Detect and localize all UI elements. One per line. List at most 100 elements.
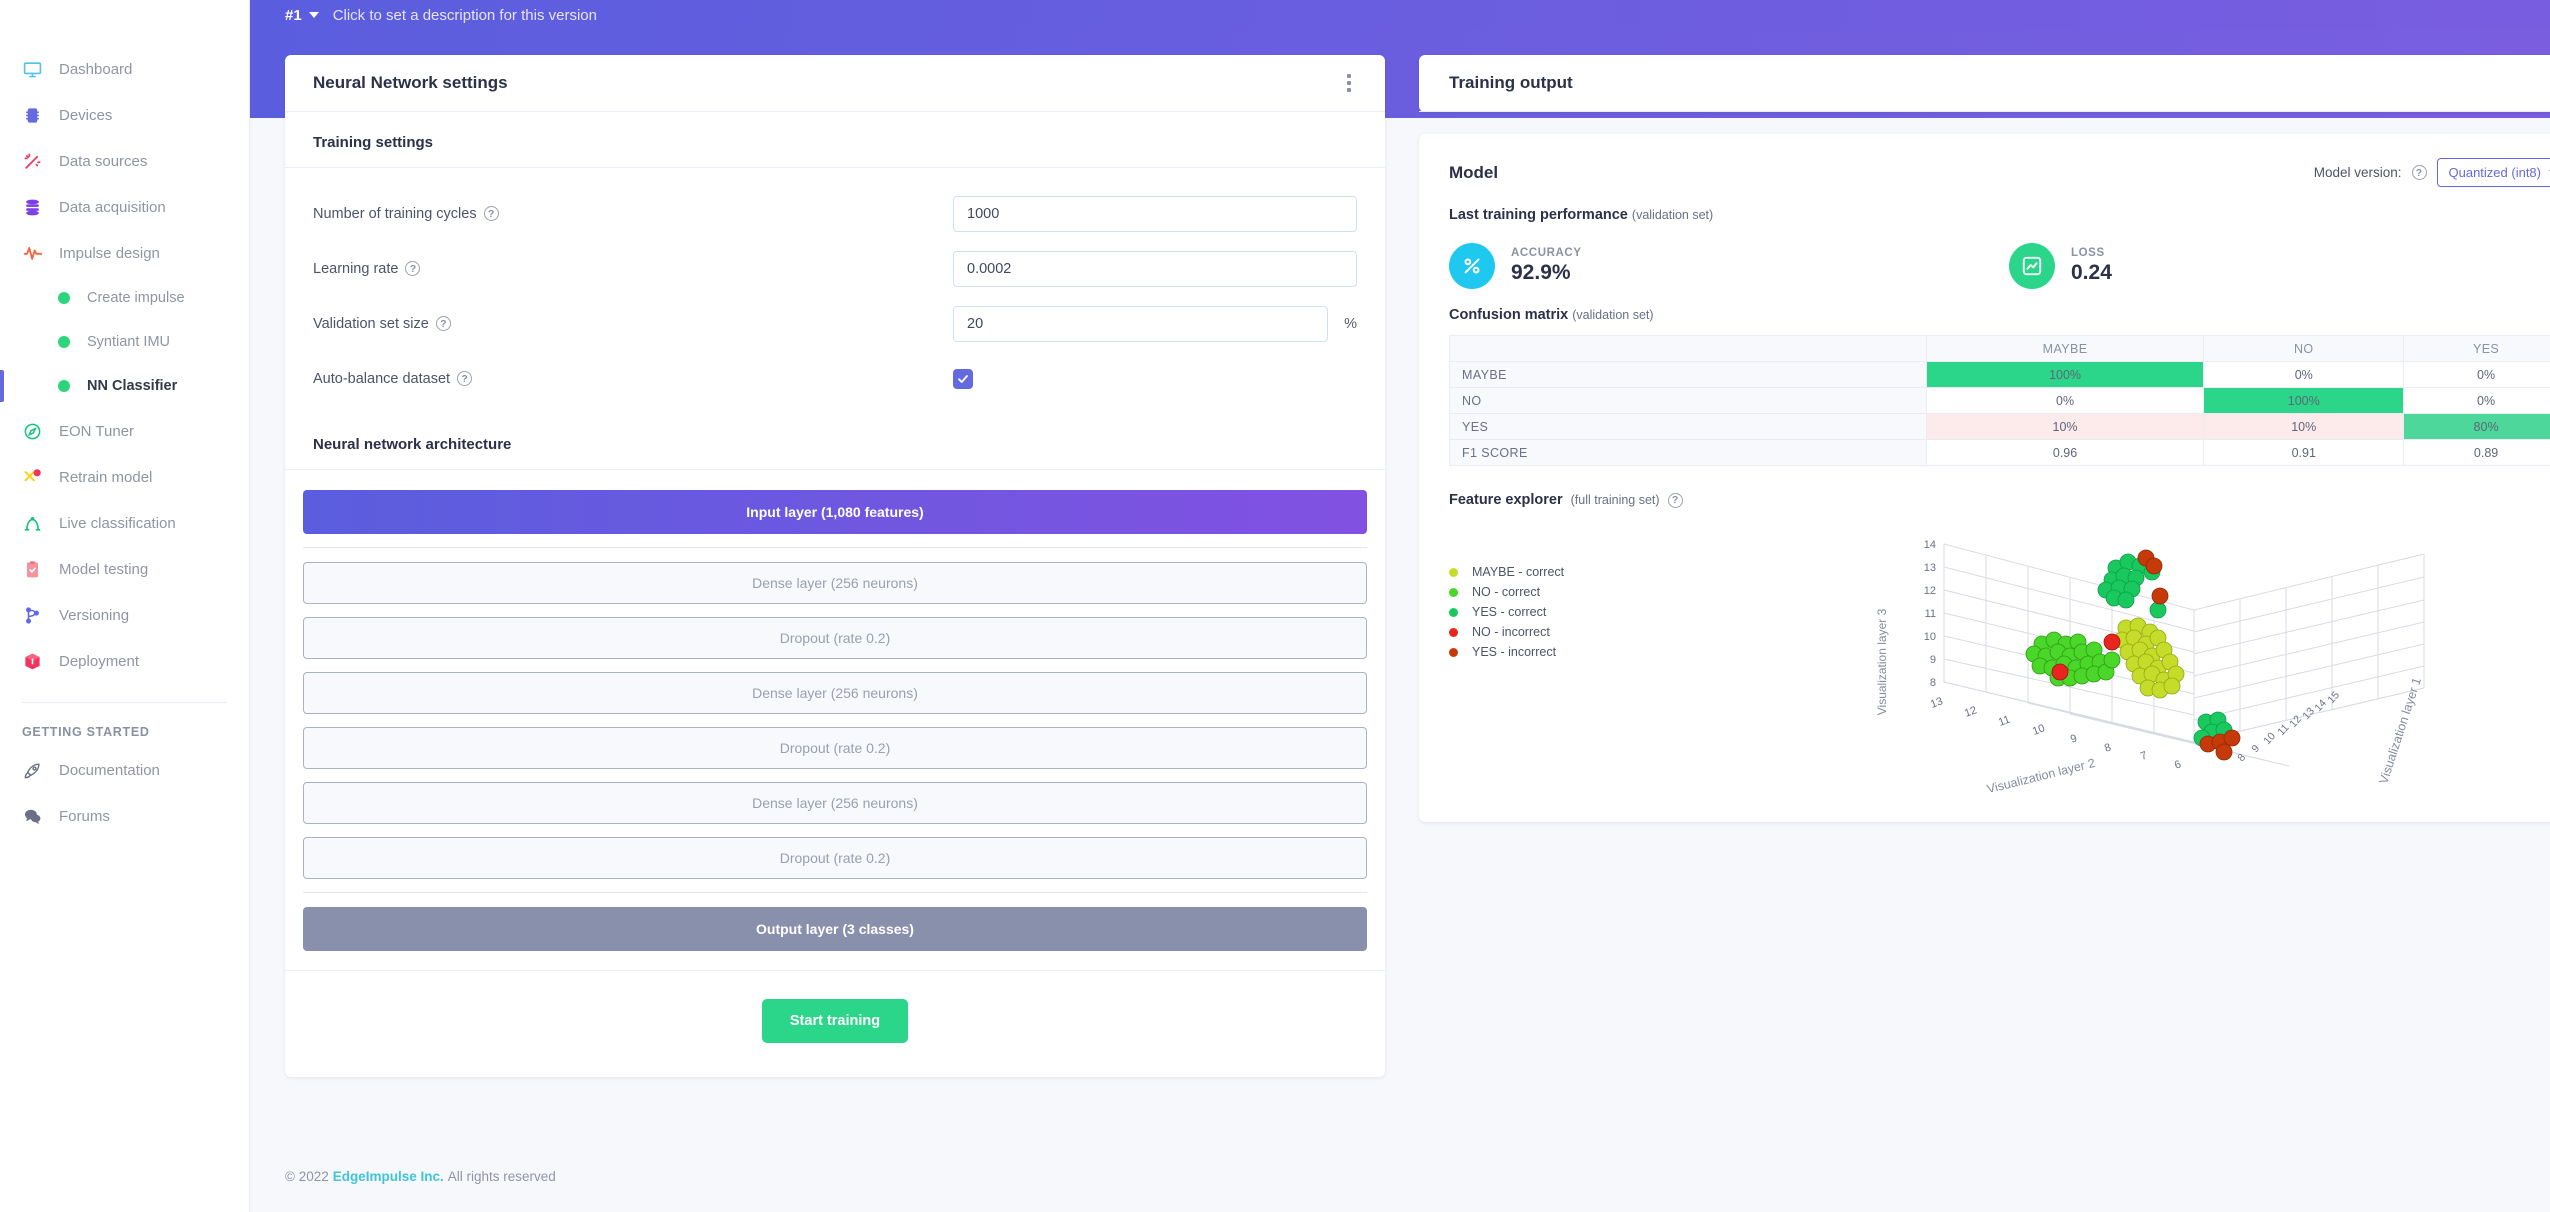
loss-label: LOSS xyxy=(2071,247,2105,259)
layer-output[interactable]: Output layer (3 classes) xyxy=(303,907,1367,951)
svg-text:7: 7 xyxy=(2139,749,2149,762)
layer-dense-2[interactable]: Dense layer (256 neurons) xyxy=(303,672,1367,714)
model-version-select[interactable]: Quantized (int8) xyxy=(2436,158,2550,187)
sidebar-item-dashboard[interactable]: Dashboard xyxy=(0,46,249,92)
sidebar-item-forums[interactable]: Forums xyxy=(0,793,249,839)
footer-company[interactable]: EdgeImpulse Inc. xyxy=(333,1169,444,1184)
training-settings-form: Number of training cycles ? 1000 Learnin… xyxy=(285,168,1385,416)
start-training-button[interactable]: Start training xyxy=(761,999,909,1043)
version-selector[interactable]: #1 xyxy=(285,7,319,24)
help-icon[interactable]: ? xyxy=(1667,492,1683,508)
z-axis-label: Visualization layer 1 xyxy=(2376,676,2424,786)
sidebar-item-retrain-model[interactable]: Retrain model xyxy=(0,454,249,500)
legend-label: NO - correct xyxy=(1472,585,1541,599)
layer-dropout-2[interactable]: Dropout (rate 0.2) xyxy=(303,727,1367,769)
sidebar-item-impulse-design[interactable]: Impulse design xyxy=(0,230,249,276)
table-row: F1 SCORE 0.96 0.91 0.89 xyxy=(1449,439,2550,466)
sidebar-item-versioning[interactable]: Versioning xyxy=(0,592,249,638)
sidebar-item-live-classification[interactable]: Live classification xyxy=(0,500,249,546)
cell-f1-no: 0.91 xyxy=(2203,439,2405,466)
sidebar-item-data-sources[interactable]: Data sources xyxy=(0,138,249,184)
svg-text:9: 9 xyxy=(1930,654,1936,666)
legend-item[interactable]: YES - correct xyxy=(1449,602,1779,622)
help-icon[interactable]: ? xyxy=(457,371,473,386)
antenna-icon xyxy=(22,513,43,534)
loss-value: 0.24 xyxy=(2071,261,2112,284)
sidebar-item-documentation[interactable]: Documentation xyxy=(0,747,249,793)
table-row: NO 0% 100% 0% xyxy=(1449,387,2550,414)
help-icon[interactable]: ? xyxy=(435,316,451,331)
wand-icon xyxy=(22,151,43,172)
status-dot-icon xyxy=(58,292,70,304)
sidebar-item-label: Documentation xyxy=(59,761,160,779)
cell-f1-maybe: 0.96 xyxy=(1925,439,2205,466)
box-icon xyxy=(22,651,43,672)
field-row-training-cycles: Number of training cycles ? 1000 xyxy=(313,186,1357,241)
title-note: (validation set) xyxy=(1572,308,1654,322)
loss-metric: LOSS 0.24 xyxy=(2009,243,2550,289)
model-version-label: Model version: xyxy=(2313,165,2402,180)
kebab-menu-icon[interactable] xyxy=(1341,68,1357,98)
legend-item[interactable]: YES - incorrect xyxy=(1449,642,1779,662)
feature-explorer-title: Feature explorer (full training set) ? xyxy=(1419,466,2550,522)
svg-text:9: 9 xyxy=(2249,743,2262,755)
training-output-header: Training output xyxy=(1419,55,2550,112)
percent-suffix: % xyxy=(1344,315,1357,332)
cell-maybe-no: 0% xyxy=(2203,361,2405,388)
sidebar-item-label: Data acquisition xyxy=(59,198,166,216)
version-description[interactable]: Click to set a description for this vers… xyxy=(333,7,597,24)
layer-dense-3[interactable]: Dense layer (256 neurons) xyxy=(303,782,1367,824)
status-dot-icon xyxy=(58,380,70,392)
sidebar-item-model-testing[interactable]: Model testing xyxy=(0,546,249,592)
svg-text:8: 8 xyxy=(2235,752,2248,764)
x-axis-ticks: 13 12 11 10 9 8 7 6 xyxy=(1929,695,2183,771)
nn-settings-header: Neural Network settings xyxy=(285,55,1385,112)
sidebar-item-syntiant-imu[interactable]: Syntiant IMU xyxy=(0,320,249,364)
svg-text:8: 8 xyxy=(1930,677,1936,689)
field-row-validation-set-size: Validation set size ? 20 % xyxy=(313,296,1357,351)
learning-rate-label: Learning rate ? xyxy=(313,261,953,277)
th-yes: YES xyxy=(2403,335,2550,362)
svg-text:12: 12 xyxy=(1963,704,1979,719)
sidebar-item-nn-classifier[interactable]: NN Classifier xyxy=(0,364,249,408)
layer-divider xyxy=(303,547,1367,548)
legend-item[interactable]: NO - incorrect xyxy=(1449,622,1779,642)
table-row: MAYBE 100% 0% 0% xyxy=(1449,361,2550,388)
sidebar-item-create-impulse[interactable]: Create impulse xyxy=(0,276,249,320)
training-cycles-input[interactable]: 1000 xyxy=(953,195,1357,232)
chart-icon xyxy=(2009,243,2055,289)
layer-input[interactable]: Input layer (1,080 features) xyxy=(303,490,1367,534)
layer-dense-1[interactable]: Dense layer (256 neurons) xyxy=(303,562,1367,604)
training-settings-title: Training settings xyxy=(285,112,1385,168)
sidebar-item-label: Dashboard xyxy=(59,60,133,78)
cell-yes-no: 10% xyxy=(2203,413,2405,440)
th-corner xyxy=(1449,335,1927,362)
table-header-row: MAYBE NO YES xyxy=(1449,335,2550,362)
help-icon[interactable]: ? xyxy=(2411,165,2427,180)
plot-grid xyxy=(1943,543,2425,767)
sidebar-item-eon-tuner[interactable]: EON Tuner xyxy=(0,408,249,454)
help-icon[interactable]: ? xyxy=(483,206,499,221)
feature-explorer-body: MAYBE - correct NO - correct YES - corre… xyxy=(1419,522,2550,822)
layer-dropout-1[interactable]: Dropout (rate 0.2) xyxy=(303,617,1367,659)
title-note: (validation set) xyxy=(1631,208,1714,222)
feature-explorer-plot[interactable]: 14 13 12 11 10 9 8 Visualization layer 3 13 … xyxy=(1779,532,2550,792)
cell-no-maybe: 0% xyxy=(1925,387,2205,414)
sidebar-item-data-acquisition[interactable]: Data acquisition xyxy=(0,184,249,230)
auto-balance-checkbox[interactable] xyxy=(953,368,973,389)
sidebar-item-devices[interactable]: Devices xyxy=(0,92,249,138)
legend-item[interactable]: NO - correct xyxy=(1449,582,1779,602)
pulse-icon xyxy=(22,243,43,264)
validation-set-size-input[interactable]: 20 xyxy=(953,305,1329,342)
svg-text:6: 6 xyxy=(2173,758,2183,771)
label-text: Number of training cycles xyxy=(313,205,477,222)
legend-item[interactable]: MAYBE - correct xyxy=(1449,562,1779,582)
help-icon[interactable]: ? xyxy=(405,261,421,276)
model-version-value: Quantized (int8) xyxy=(2448,165,2542,180)
confusion-matrix-title: Confusion matrix (validation set) xyxy=(1419,297,2550,323)
learning-rate-input[interactable]: 0.0002 xyxy=(953,250,1357,287)
sidebar-item-deployment[interactable]: Deployment xyxy=(0,638,249,684)
layer-dropout-3[interactable]: Dropout (rate 0.2) xyxy=(303,837,1367,879)
x-axis-label: Visualization layer 2 xyxy=(1986,756,2097,792)
row-label-f1: F1 SCORE xyxy=(1449,439,1927,466)
